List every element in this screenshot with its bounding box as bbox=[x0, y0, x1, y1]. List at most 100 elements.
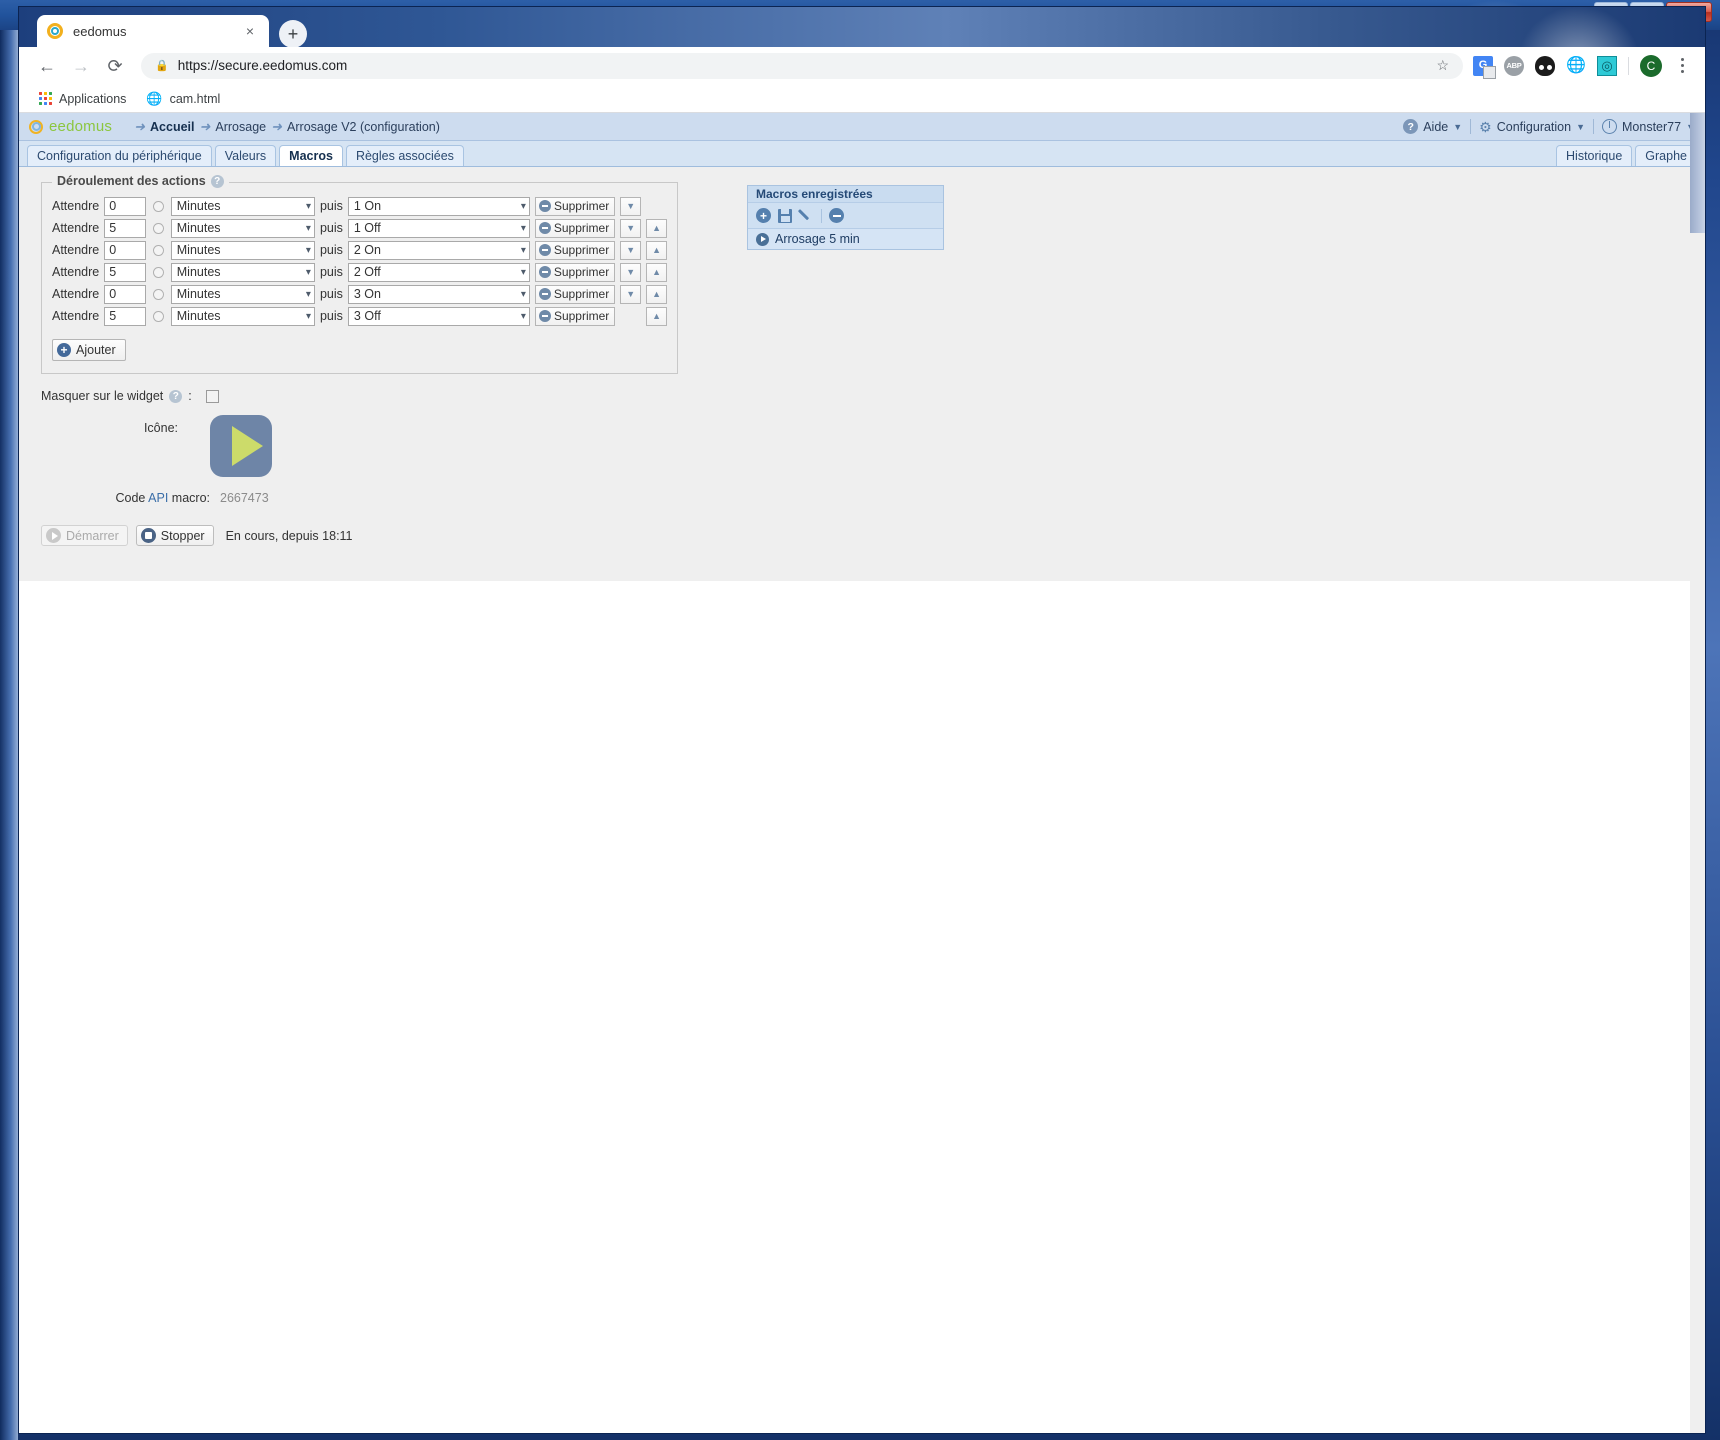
delete-action-button[interactable]: Supprimer bbox=[534, 284, 616, 304]
breadcrumb-label: Accueil bbox=[150, 119, 195, 134]
stop-button[interactable]: Stopper bbox=[135, 525, 214, 546]
move-up-button[interactable]: ▲ bbox=[646, 262, 667, 282]
action-select[interactable]: 3 On ▾ bbox=[347, 284, 530, 304]
time-unit-select[interactable]: Minutes ▾ bbox=[170, 196, 315, 216]
wait-value-input[interactable] bbox=[104, 196, 147, 216]
back-icon[interactable]: ← bbox=[31, 50, 63, 82]
help-icon[interactable]: ? bbox=[169, 389, 183, 403]
profile-avatar[interactable]: C bbox=[1640, 54, 1662, 77]
wait-value-input[interactable] bbox=[104, 240, 147, 260]
page-scrollbar[interactable] bbox=[1690, 113, 1705, 1433]
time-unit-value: Minutes bbox=[176, 243, 221, 257]
time-unit-select[interactable]: Minutes ▾ bbox=[170, 284, 315, 304]
help-icon[interactable]: ? bbox=[210, 174, 224, 188]
user-menu-label: Monster77 bbox=[1622, 119, 1682, 134]
configuration-menu[interactable]: ⚙ Configuration ▼ bbox=[1479, 120, 1585, 134]
tab-regles-associees[interactable]: Règles associées bbox=[345, 145, 464, 166]
wait-value-input[interactable] bbox=[104, 284, 147, 304]
move-down-button[interactable]: ▼ bbox=[620, 218, 642, 238]
action-select[interactable]: 2 Off ▾ bbox=[347, 262, 530, 282]
tab-graphe[interactable]: Graphe bbox=[1635, 145, 1697, 166]
tab-historique[interactable]: Historique bbox=[1556, 145, 1633, 166]
reload-icon[interactable]: ⟳ bbox=[99, 50, 131, 82]
start-button[interactable]: Démarrer bbox=[41, 525, 128, 546]
radio-toggle[interactable] bbox=[153, 200, 164, 212]
delete-action-button[interactable]: Supprimer bbox=[534, 196, 616, 216]
move-up-spacer bbox=[646, 197, 667, 216]
wait-label: Attendre bbox=[52, 265, 100, 279]
add-action-button[interactable]: + Ajouter bbox=[52, 339, 126, 361]
bookmark-star-icon[interactable]: ☆ bbox=[1436, 57, 1449, 74]
move-down-button[interactable]: ▼ bbox=[620, 262, 642, 282]
delete-action-button[interactable]: Supprimer bbox=[534, 262, 616, 282]
new-tab-button[interactable]: + bbox=[279, 20, 307, 48]
browser-tab[interactable]: eedomus × bbox=[37, 15, 269, 47]
add-macro-button[interactable]: + bbox=[756, 208, 771, 223]
tab-configuration-peripherique[interactable]: Configuration du périphérique bbox=[27, 145, 212, 166]
save-macro-button[interactable] bbox=[778, 208, 792, 223]
eedomus-extension-icon[interactable]: ◎ bbox=[1597, 55, 1617, 76]
breadcrumb-item-arrosage-v2[interactable]: ➜ Arrosage V2 (configuration) bbox=[271, 120, 440, 134]
move-down-button[interactable]: ▼ bbox=[620, 196, 642, 216]
page-scrollbar-thumb[interactable] bbox=[1690, 113, 1705, 233]
macros-panel: Déroulement des actions ? Attendre Minute… bbox=[19, 167, 1705, 607]
time-unit-select[interactable]: Minutes ▾ bbox=[170, 240, 315, 260]
time-unit-select[interactable]: Minutes ▾ bbox=[170, 306, 315, 326]
saved-macros-panel: Macros enregistrées + Arrosage 5 min bbox=[747, 185, 944, 250]
time-unit-select[interactable]: Minutes ▾ bbox=[170, 262, 315, 282]
move-up-button[interactable]: ▲ bbox=[646, 240, 667, 260]
rename-macro-button[interactable] bbox=[799, 208, 814, 223]
breadcrumb-item-accueil[interactable]: ➜ Accueil bbox=[134, 120, 194, 134]
user-menu[interactable]: Monster77 ▼ bbox=[1602, 119, 1695, 134]
stop-icon bbox=[140, 528, 156, 543]
globe-icon: 🌐 bbox=[146, 90, 163, 106]
radio-toggle[interactable] bbox=[153, 266, 164, 278]
breadcrumb-item-arrosage[interactable]: ➜ Arrosage bbox=[199, 120, 266, 134]
api-link[interactable]: API bbox=[148, 491, 168, 505]
move-up-button[interactable]: ▲ bbox=[646, 284, 667, 304]
radio-toggle[interactable] bbox=[153, 288, 164, 300]
radio-toggle[interactable] bbox=[153, 244, 164, 256]
chevron-down-icon: ▾ bbox=[520, 288, 526, 300]
bookmark-applications[interactable]: Applications bbox=[33, 89, 132, 109]
colon-separator: : bbox=[188, 389, 192, 403]
web-of-trust-extension-icon[interactable]: 🌐 bbox=[1566, 56, 1586, 76]
close-tab-icon[interactable]: × bbox=[241, 22, 259, 40]
eedomus-logo[interactable]: eedomus bbox=[29, 118, 112, 135]
delete-action-label: Supprimer bbox=[553, 265, 610, 279]
radio-toggle[interactable] bbox=[153, 222, 164, 234]
move-up-button[interactable]: ▲ bbox=[646, 218, 667, 238]
action-row: Attendre Minutes ▾ puis 3 On ▾ Supprimer ▼▲ bbox=[52, 283, 667, 305]
move-down-button[interactable]: ▼ bbox=[620, 240, 642, 260]
then-label: puis bbox=[319, 309, 343, 323]
action-select[interactable]: 3 Off ▾ bbox=[347, 306, 530, 326]
bookmark-cam-html[interactable]: 🌐 cam.html bbox=[140, 88, 226, 110]
delete-action-button[interactable]: Supprimer bbox=[534, 218, 616, 238]
ghostery-extension-icon[interactable] bbox=[1535, 55, 1555, 76]
help-menu[interactable]: ? Aide ▼ bbox=[1403, 119, 1462, 134]
adblock-plus-extension-icon[interactable]: ABP bbox=[1504, 55, 1524, 76]
hide-widget-checkbox[interactable] bbox=[205, 389, 219, 403]
wait-value-input[interactable] bbox=[104, 306, 147, 326]
move-down-button[interactable]: ▼ bbox=[620, 284, 642, 304]
list-item[interactable]: Arrosage 5 min bbox=[748, 229, 943, 249]
google-translate-extension-icon[interactable]: G bbox=[1473, 55, 1496, 79]
kebab-menu-icon[interactable] bbox=[1673, 58, 1691, 73]
time-unit-select[interactable]: Minutes ▾ bbox=[170, 218, 315, 238]
action-select[interactable]: 2 On ▾ bbox=[347, 240, 530, 260]
action-select[interactable]: 1 Off ▾ bbox=[347, 218, 530, 238]
wait-value-input[interactable] bbox=[104, 262, 147, 282]
move-up-button[interactable]: ▲ bbox=[646, 306, 667, 326]
tab-valeurs[interactable]: Valeurs bbox=[214, 145, 277, 166]
delete-action-button[interactable]: Supprimer bbox=[534, 306, 616, 326]
tab-macros[interactable]: Macros bbox=[279, 145, 343, 166]
radio-toggle[interactable] bbox=[153, 310, 164, 322]
then-label: puis bbox=[319, 199, 343, 213]
action-select[interactable]: 1 On ▾ bbox=[347, 196, 530, 216]
address-bar[interactable]: 🔒 https://secure.eedomus.com ☆ bbox=[141, 52, 1463, 79]
forward-icon[interactable]: → bbox=[65, 50, 97, 82]
wait-value-input[interactable] bbox=[104, 218, 147, 238]
delete-action-button[interactable]: Supprimer bbox=[534, 240, 616, 260]
macro-icon-preview[interactable] bbox=[210, 415, 272, 477]
delete-macro-button[interactable] bbox=[829, 208, 844, 223]
